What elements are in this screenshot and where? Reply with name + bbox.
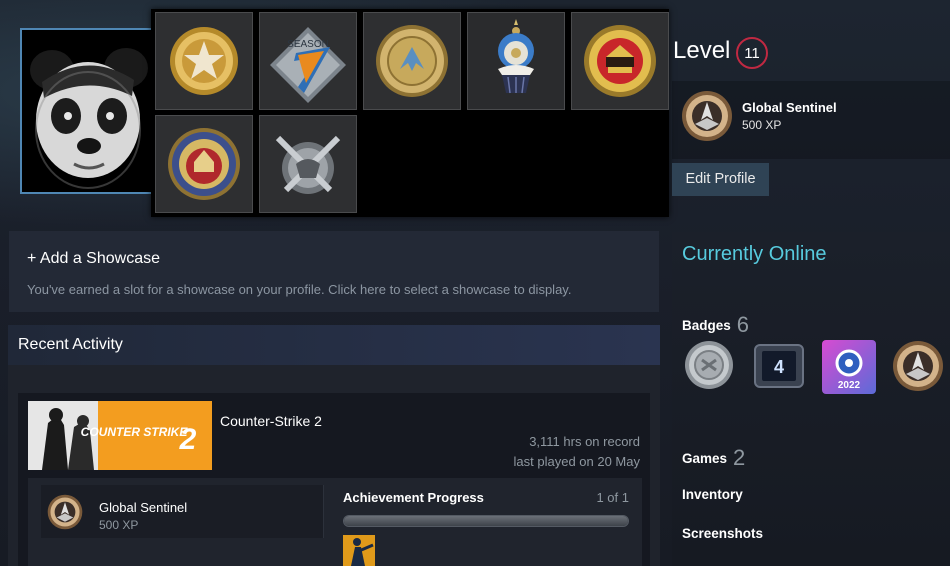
achievement-progress-bar [343, 515, 629, 527]
gold-coin-icon [376, 25, 448, 97]
favorite-badge-name: Global Sentinel [742, 100, 837, 115]
years-service-icon[interactable]: 4 [754, 344, 804, 388]
games-label: Games [682, 451, 728, 466]
game-capsule-image[interactable]: COUNTER STRIKE 2 [28, 401, 212, 470]
add-showcase-title[interactable]: + Add a Showcase [27, 250, 160, 268]
silver-weapons-pin[interactable] [259, 115, 357, 213]
counter-terrorist-icon [343, 535, 375, 566]
capsule-number: 2 [179, 423, 197, 456]
level-badge[interactable]: 11 [736, 37, 768, 69]
cs-rank-badge-icon [682, 91, 732, 141]
cs-rank-badge-icon [47, 494, 83, 530]
cupcake-pin[interactable] [467, 12, 565, 110]
panda-avatar-image [22, 30, 154, 192]
service-medal-pin[interactable] [155, 12, 253, 110]
profile-avatar[interactable] [20, 28, 156, 194]
achievement-progress-fill [344, 516, 628, 526]
achievement-icon[interactable] [343, 535, 375, 566]
stockholm-coin-pin[interactable] [155, 115, 253, 213]
silver-coin-icon[interactable] [684, 340, 734, 390]
edit-profile-button[interactable]: Edit Profile [672, 163, 769, 196]
badges-count: 6 [736, 312, 750, 337]
games-link[interactable]: Games 2 [682, 445, 745, 471]
season-pin[interactable]: SEASON [259, 12, 357, 110]
gold-red-coin-icon [584, 25, 656, 97]
recent-activity-header: Recent Activity [8, 325, 660, 365]
stockholm-coin-icon [168, 128, 240, 200]
game-badge-xp: 500 XP [99, 518, 139, 532]
favorite-badge-panel[interactable]: Global Sentinel 500 XP [672, 81, 950, 159]
steam-2022-label: 2022 [838, 380, 861, 391]
screenshots-link[interactable]: Screenshots [682, 526, 763, 541]
achievement-count: 1 of 1 [596, 490, 629, 505]
recent-activity-title: Recent Activity [18, 336, 123, 353]
badges-link[interactable]: Badges 6 [682, 312, 749, 338]
years-service-number: 4 [774, 357, 784, 377]
steam-2022-icon[interactable]: 2022 [822, 340, 876, 394]
cupcake-icon [498, 19, 534, 94]
silver-emblem-icon [275, 135, 341, 194]
game-name-link[interactable]: Counter-Strike 2 [220, 413, 322, 429]
pins-popup: SEASON [151, 9, 669, 217]
level-label: Level [673, 37, 731, 64]
counter-strike-2-capsule: COUNTER STRIKE 2 [28, 401, 212, 470]
game-badge-name: Global Sentinel [99, 500, 188, 515]
badges-label: Badges [682, 318, 731, 333]
profile-sidebar: Currently Online Badges 6 Games 2 Inventor… [672, 232, 950, 566]
major-coin-pin[interactable] [571, 12, 669, 110]
game-hours: 3,111 hrs on record [529, 434, 640, 449]
antwerp-coin-pin[interactable] [363, 12, 461, 110]
capsule-text: COUNTER STRIKE [81, 425, 189, 439]
achievement-progress-label[interactable]: Achievement Progress [343, 490, 484, 505]
favorite-badge-xp: 500 XP [742, 118, 782, 132]
gold-star-medal-icon [170, 27, 238, 95]
season-pin-text: SEASON [287, 39, 329, 50]
online-status: Currently Online [682, 243, 827, 265]
add-showcase-panel[interactable]: + Add a Showcase You've earned a slot fo… [9, 231, 659, 312]
cs-rank-badge-icon[interactable] [892, 340, 944, 392]
inventory-link[interactable]: Inventory [682, 487, 743, 502]
add-showcase-description: You've earned a slot for a showcase on y… [27, 282, 572, 297]
game-last-played: last played on 20 May [513, 454, 640, 469]
games-count: 2 [733, 445, 746, 470]
season-7-pin-icon: SEASON [270, 27, 346, 103]
